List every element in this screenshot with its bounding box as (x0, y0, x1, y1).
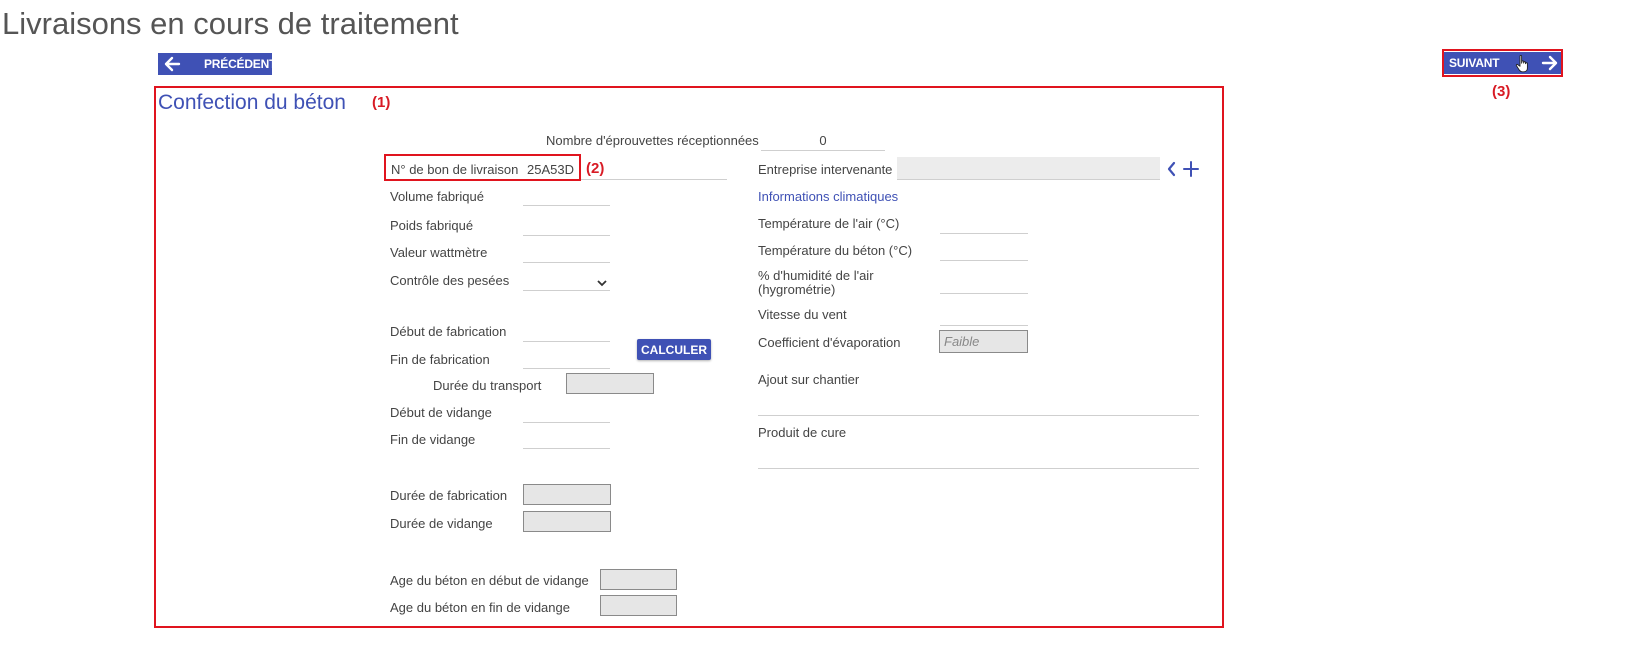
controle-pesees-select[interactable] (523, 274, 610, 291)
wattmetre-field[interactable] (523, 246, 610, 263)
age-fin-label: Age du béton en fin de vidange (390, 600, 570, 615)
duree-vidange-field (523, 511, 611, 532)
duree-transport-field (566, 373, 654, 394)
annotation-1: (1) (372, 94, 391, 111)
evaporation-field: Faible (939, 330, 1028, 353)
previous-button[interactable]: PRÉCÉDENT (158, 53, 276, 75)
next-button-label: SUIVANT (1449, 56, 1500, 70)
nb-eprouvettes-field[interactable]: 0 (761, 133, 885, 151)
age-debut-field (600, 569, 677, 590)
evaporation-label: Coefficient d'évaporation (758, 335, 901, 350)
bon-livraison-value[interactable]: 25A53D (527, 162, 574, 177)
humidite-field[interactable] (940, 277, 1028, 294)
nb-eprouvettes-value: 0 (819, 133, 827, 148)
arrow-right-icon (1540, 54, 1560, 72)
previous-button-label: PRÉCÉDENT (204, 57, 277, 71)
bon-livraison-label: N° de bon de livraison (391, 162, 519, 177)
volume-label: Volume fabriqué (390, 189, 484, 204)
temp-air-label: Température de l'air (°C) (758, 216, 900, 231)
vent-field[interactable] (940, 309, 1028, 326)
annotation-3: (3) (1492, 83, 1511, 100)
chevron-down-icon (596, 275, 608, 293)
annotation-2: (2) (586, 160, 605, 177)
entreprise-field[interactable] (897, 157, 1160, 180)
next-button[interactable]: SUIVANT (1444, 52, 1561, 74)
duree-fabrication-field (523, 484, 611, 505)
hand-cursor-icon (1515, 54, 1531, 74)
poids-label: Poids fabriqué (390, 218, 474, 233)
nb-eprouvettes-label: Nombre d'éprouvettes réceptionnées (546, 133, 759, 148)
poids-field[interactable] (523, 219, 610, 236)
controle-pesees-label: Contrôle des pesées (390, 273, 510, 288)
age-debut-label: Age du béton en début de vidange (390, 573, 589, 588)
debut-fabrication-label: Début de fabrication (390, 324, 507, 339)
fin-vidange-label: Fin de vidange (390, 432, 476, 447)
vent-label: Vitesse du vent (758, 307, 847, 322)
fin-vidange-field[interactable] (523, 432, 610, 449)
debut-fabrication-field[interactable] (523, 325, 610, 342)
section-title: Confection du béton (158, 91, 346, 114)
cure-label: Produit de cure (758, 425, 847, 440)
page-title: Livraisons en cours de traitement (2, 6, 459, 41)
temp-beton-field[interactable] (940, 244, 1028, 261)
volume-field[interactable] (523, 189, 610, 206)
duree-fabrication-label: Durée de fabrication (390, 488, 508, 503)
climat-link[interactable]: Informations climatiques (758, 189, 898, 204)
duree-vidange-label: Durée de vidange (390, 516, 493, 531)
ajout-label: Ajout sur chantier (758, 372, 860, 387)
ajout-field[interactable] (758, 415, 1199, 416)
plus-icon[interactable] (1182, 160, 1200, 183)
fin-fabrication-field[interactable] (523, 352, 610, 369)
fin-fabrication-label: Fin de fabrication (390, 352, 490, 367)
wattmetre-label: Valeur wattmètre (390, 245, 488, 260)
debut-vidange-label: Début de vidange (390, 405, 492, 420)
humidite-label-line2: (hygrométrie) (758, 282, 836, 297)
cure-field[interactable] (758, 468, 1199, 469)
duree-transport-label: Durée du transport (433, 378, 542, 393)
age-fin-field (600, 595, 677, 616)
debut-vidange-field[interactable] (523, 406, 610, 423)
temp-air-field[interactable] (940, 217, 1028, 234)
humidite-label-line1: % d'humidité de l'air (758, 268, 874, 283)
temp-beton-label: Température du béton (°C) (758, 243, 913, 258)
arrow-left-icon (162, 55, 182, 73)
calculer-button[interactable]: CALCULER (637, 339, 711, 360)
chevron-left-icon[interactable] (1165, 160, 1179, 183)
entreprise-label: Entreprise intervenante (758, 162, 893, 177)
